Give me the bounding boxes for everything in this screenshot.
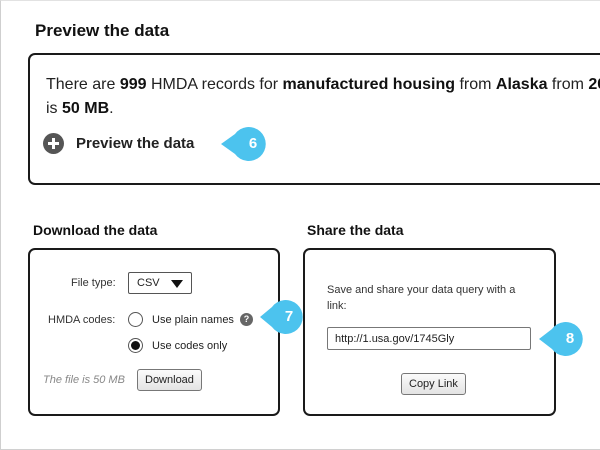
radio-codes-only[interactable] xyxy=(128,338,143,353)
records-summary: There are 999 HMDA records for manufactu… xyxy=(46,73,600,121)
download-card: File type: CSV HMDA codes: Use plain nam… xyxy=(28,248,280,416)
file-size-bold: 50 MB xyxy=(62,100,110,117)
copy-link-button[interactable]: Copy Link xyxy=(401,373,466,395)
radio-option-codes-only[interactable]: Use codes only xyxy=(128,338,227,353)
share-card: Save and share your data query with a li… xyxy=(303,248,556,416)
callout-marker-6: 6 xyxy=(221,124,273,164)
callout-6-number: 6 xyxy=(248,135,258,152)
year-partial: 20 xyxy=(588,76,600,93)
summary-line2-suffix: . xyxy=(109,100,114,117)
dropdown-triangle-icon xyxy=(171,280,183,288)
file-type-label: File type: xyxy=(71,277,116,289)
summary-prefix: There are xyxy=(46,76,120,93)
hmda-codes-label: HMDA codes: xyxy=(48,314,116,326)
preview-section-title: Preview the data xyxy=(35,21,170,40)
callout-marker-8: 8 xyxy=(539,319,589,359)
download-section-title: Download the data xyxy=(33,222,158,238)
callout-marker-7: 7 xyxy=(260,297,308,337)
state-name: Alaska xyxy=(495,76,548,93)
file-type-value: CSV xyxy=(137,277,160,289)
summary-mid1: HMDA records for xyxy=(146,76,283,93)
summary-line2-prefix: is xyxy=(46,100,62,117)
help-icon[interactable]: ? xyxy=(239,313,253,326)
radio-plain-names-label: Use plain names xyxy=(152,313,234,326)
page-frame: Preview the data There are 999 HMDA reco… xyxy=(0,0,600,450)
summary-line2: is 50 MB. xyxy=(46,97,600,121)
preview-toggle-label: Preview the data xyxy=(76,135,195,152)
share-section-title: Share the data xyxy=(307,222,404,238)
callout-8-number: 8 xyxy=(565,330,575,347)
summary-mid2: from xyxy=(455,76,496,93)
loan-type: manufactured housing xyxy=(282,76,455,93)
plus-circle-icon xyxy=(43,133,64,154)
share-link-input[interactable] xyxy=(327,327,531,350)
summary-mid3: from xyxy=(547,76,589,93)
radio-plain-names[interactable] xyxy=(128,312,143,327)
preview-card: There are 999 HMDA records for manufactu… xyxy=(28,53,600,185)
file-type-select[interactable]: CSV xyxy=(128,272,192,294)
preview-data-toggle[interactable]: Preview the data xyxy=(43,133,194,154)
file-size-note: The file is 50 MB xyxy=(43,374,125,386)
record-count: 999 xyxy=(119,76,147,93)
radio-codes-only-label: Use codes only xyxy=(152,339,228,352)
download-button[interactable]: Download xyxy=(137,369,202,391)
share-description: Save and share your data query with a li… xyxy=(327,284,516,312)
radio-option-plain-names[interactable]: Use plain names ? xyxy=(128,312,253,327)
